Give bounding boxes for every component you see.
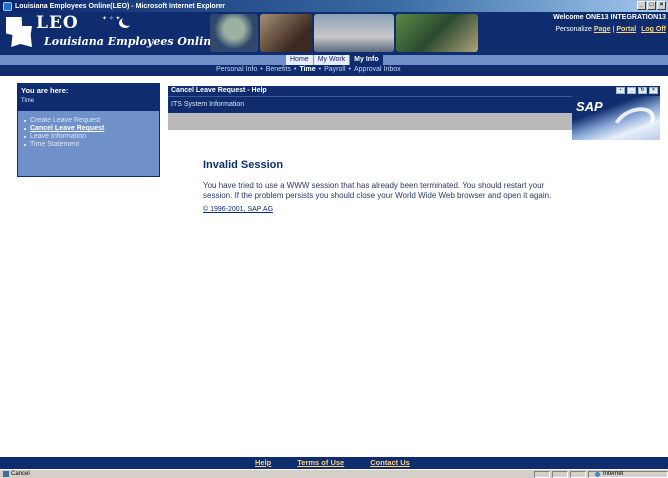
ie-icon <box>3 1 12 11</box>
bullet-icon <box>24 135 26 138</box>
logo-main-text: LEO <box>36 13 79 33</box>
bullet-icon <box>24 119 26 122</box>
sap-banner: SAP <box>572 96 660 145</box>
subnav-separator: • <box>318 66 322 73</box>
header-links: Personalize Page | Portal Log Off <box>555 26 666 33</box>
browser-statusbar: Cancel Internet <box>0 469 668 478</box>
minimize-button[interactable]: _ <box>637 1 646 10</box>
personalize-label: Personalize <box>555 26 592 33</box>
subnav-approval-inbox[interactable]: Approval Inbox <box>354 66 401 73</box>
panel-nav-list: Create Leave Request Cancel Leave Reques… <box>18 111 159 155</box>
bullet-icon <box>24 143 26 146</box>
nav-time-statement[interactable]: Time Statement <box>24 141 153 148</box>
error-message: Invalid Session You have tried to use a … <box>203 159 575 213</box>
error-text: You have tried to use a WWW session that… <box>203 181 552 200</box>
nav-leave-information[interactable]: Leave Information <box>24 133 153 140</box>
nav-item-label: Leave Information <box>30 133 87 140</box>
subnav-separator: • <box>260 66 263 73</box>
site-footer: Help Terms of Use Contact Us <box>0 457 668 469</box>
footer-contact-link[interactable]: Contact Us <box>370 458 410 467</box>
sub-navigation: Personal Info • Benefits • Time • Payrol… <box>0 65 668 76</box>
window-controls: _ □ × <box>637 1 666 10</box>
status-cell <box>570 470 586 478</box>
panel-title: You are here: <box>21 86 69 95</box>
main-tabs: Home My Work My Info <box>286 55 384 65</box>
nav-cancel-leave-request[interactable]: Cancel Leave Request <box>24 125 153 132</box>
subnav-payroll[interactable]: Payroll <box>324 66 345 73</box>
subnav-items: Personal Info • Benefits • Time • Payrol… <box>216 66 401 73</box>
main-tabbar: Home My Work My Info <box>0 55 668 65</box>
footer-links: Help Terms of Use Contact Us <box>255 458 410 467</box>
tab-my-info[interactable]: My Info <box>350 55 384 65</box>
security-zone: Internet <box>588 470 668 478</box>
status-text: Cancel <box>11 471 30 477</box>
subnav-separator: • <box>294 66 297 73</box>
you-are-here-panel: You are here: Time Create Leave Request … <box>17 83 160 177</box>
header-photos <box>210 12 480 55</box>
status-text-area: Cancel <box>0 471 534 477</box>
frame-titlebar: Cancel Leave Request - Help ▪ _ ↻ × <box>168 86 660 96</box>
portal-link[interactable]: Portal <box>616 26 636 33</box>
status-cells <box>534 470 586 478</box>
window-title: Louisiana Employees Online(LEO) - Micros… <box>15 2 226 10</box>
header-photo-office <box>396 14 478 52</box>
status-cell <box>534 470 550 478</box>
header-photo-worker <box>260 14 312 52</box>
breadcrumb: Time <box>21 98 35 104</box>
sap-swirl-graphic <box>608 101 660 145</box>
frame-close-icon[interactable]: × <box>649 87 658 94</box>
globe-icon <box>595 471 600 477</box>
leo-logo[interactable]: LEO ✦ ✧ ✦ Louisiana Employees Online <box>4 13 244 53</box>
subnav-personal-info[interactable]: Personal Info <box>216 66 257 73</box>
frame-refresh-icon[interactable]: ↻ <box>638 87 647 94</box>
footer-help-link[interactable]: Help <box>255 458 271 467</box>
logo-subtitle: Louisiana Employees Online <box>44 35 219 48</box>
louisiana-map-icon <box>6 17 32 47</box>
error-title: Invalid Session <box>203 159 284 171</box>
zone-label: Internet <box>603 471 624 477</box>
frame-title: Cancel Leave Request - Help <box>171 87 267 94</box>
welcome-text: Welcome ONE13 INTEGRATION13 <box>553 14 666 21</box>
sap-logo: SAP <box>576 99 603 114</box>
subnav-benefits[interactable]: Benefits <box>266 66 291 73</box>
nav-item-label: Create Leave Request <box>30 117 101 124</box>
maximize-button[interactable]: □ <box>647 1 656 10</box>
page-status-icon <box>3 471 9 477</box>
nav-create-leave-request[interactable]: Create Leave Request <box>24 117 153 124</box>
tab-my-work[interactable]: My Work <box>313 55 351 65</box>
subnav-time[interactable]: Time <box>299 66 315 73</box>
frame-subtitle: ITS System Information <box>171 101 245 108</box>
frame-minimize-icon[interactable]: _ <box>627 87 636 94</box>
footer-terms-link[interactable]: Terms of Use <box>297 458 344 467</box>
frame-menu-icon[interactable]: ▪ <box>616 87 625 94</box>
frame-controls: ▪ _ ↻ × <box>616 87 658 94</box>
status-cell <box>552 470 568 478</box>
window-titlebar: Louisiana Employees Online(LEO) - Micros… <box>0 0 668 12</box>
page-link[interactable]: Page <box>594 26 611 33</box>
moon-icon <box>122 16 134 26</box>
content-frame: Cancel Leave Request - Help ▪ _ ↻ × ITS … <box>168 86 660 145</box>
bullet-icon <box>24 127 26 130</box>
panel-header: You are here: Time <box>18 84 159 111</box>
copyright-link[interactable]: © 1996-2001, SAP AG <box>203 206 273 213</box>
nav-item-label: Cancel Leave Request <box>30 125 105 132</box>
subnav-separator: • <box>348 66 351 73</box>
site-header: LEO ✦ ✧ ✦ Louisiana Employees Online Wel… <box>0 12 668 55</box>
stars-decoration: ✦ ✧ ✦ <box>102 16 121 22</box>
header-photo-keyboard <box>314 14 394 52</box>
logoff-link[interactable]: Log Off <box>641 26 666 33</box>
tab-home[interactable]: Home <box>286 55 314 65</box>
nav-item-label: Time Statement <box>30 141 80 148</box>
header-photo-pelican <box>210 14 258 52</box>
close-button[interactable]: × <box>657 1 666 10</box>
